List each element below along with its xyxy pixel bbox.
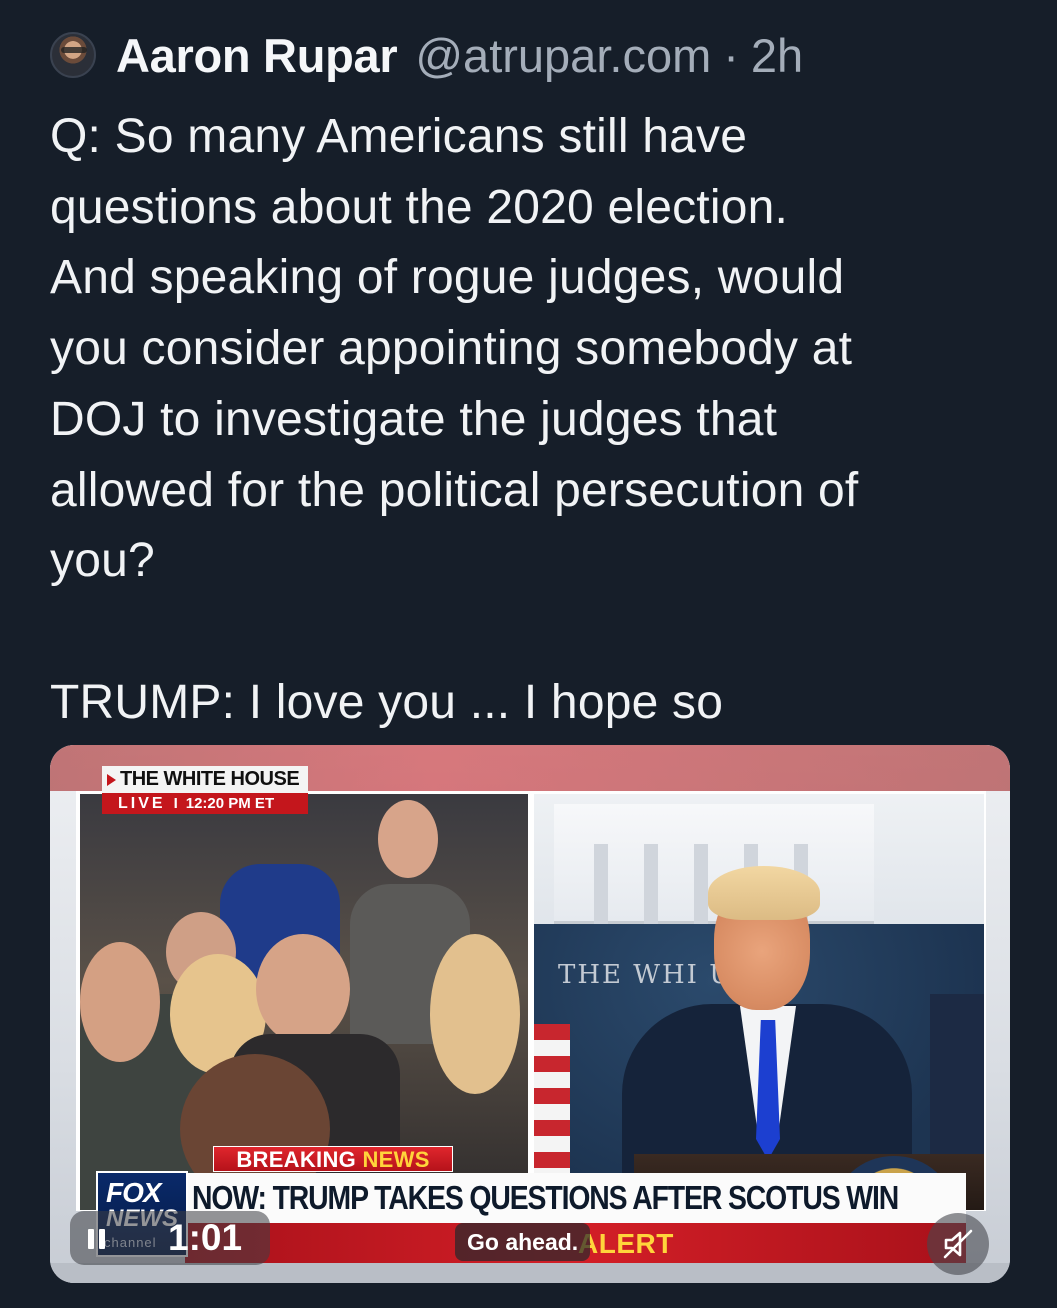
separator-dot: · <box>723 28 739 82</box>
post-text-line: And speaking of rogue judges, would <box>50 251 845 305</box>
live-bar: LIVE I 12:20 PM ET <box>102 793 308 814</box>
pause-icon[interactable] <box>88 1229 106 1249</box>
author-handle[interactable]: @atrupar.com <box>415 28 711 83</box>
live-separator: I <box>173 795 178 812</box>
post-text-line: allowed for the political persecution of <box>50 463 859 517</box>
column <box>694 844 708 924</box>
author-name[interactable]: Aaron Rupar <box>116 28 398 83</box>
figure <box>80 942 160 1062</box>
live-label: LIVE <box>118 795 166 812</box>
headline-text: NOW: TRUMP TAKES QUESTIONS AFTER SCOTUS … <box>192 1179 899 1216</box>
location-label: THE WHITE HOUSE <box>102 766 308 793</box>
post: Aaron Rupar @atrupar.com · 2h Q: So many… <box>0 0 1057 1308</box>
post-time[interactable]: 2h <box>751 28 803 83</box>
caption-text: Go ahead. <box>455 1223 591 1261</box>
post-header: Aaron Rupar @atrupar.com · 2h <box>50 28 803 82</box>
bottom-strip <box>50 1263 1010 1283</box>
breaking-news-label: BREAKING NEWS <box>213 1146 453 1172</box>
alert-text: ALERT <box>578 1228 674 1259</box>
live-badge: THE WHITE HOUSE LIVE I 12:20 PM ET <box>102 766 308 816</box>
figure <box>430 934 520 1094</box>
speaker-pane: THE WHI USE <box>534 794 984 1210</box>
playback-control[interactable]: 1:01 <box>70 1211 270 1265</box>
speaker-hair <box>708 866 820 920</box>
post-text-line: DOJ to investigate the judges that <box>50 392 778 446</box>
elapsed-time: 1:01 <box>168 1217 243 1258</box>
post-text-line: you consider appointing somebody at <box>50 322 853 376</box>
figure <box>378 800 438 878</box>
news-word: NEWS <box>362 1147 430 1172</box>
column <box>594 844 608 924</box>
post-text: Q: So many Americans still have question… <box>50 102 1030 738</box>
figure <box>256 934 350 1044</box>
avatar[interactable] <box>50 32 96 78</box>
post-text-reply: TRUMP: I love you ... I hope so <box>50 675 724 729</box>
live-time: 12:20 PM ET <box>185 795 275 812</box>
post-text-line: Q: So many Americans still have <box>50 110 748 163</box>
post-text-line: you? <box>50 534 155 588</box>
column <box>644 844 658 924</box>
mute-button[interactable] <box>927 1213 989 1275</box>
mute-icon <box>943 1229 973 1259</box>
breaking-word: BREAKING <box>236 1147 363 1172</box>
post-text-line: questions about the 2020 election. <box>50 180 789 234</box>
video-player[interactable]: THE WHI USE THE WHITE HOUSE LIVE I 12:20 P… <box>50 745 1010 1283</box>
